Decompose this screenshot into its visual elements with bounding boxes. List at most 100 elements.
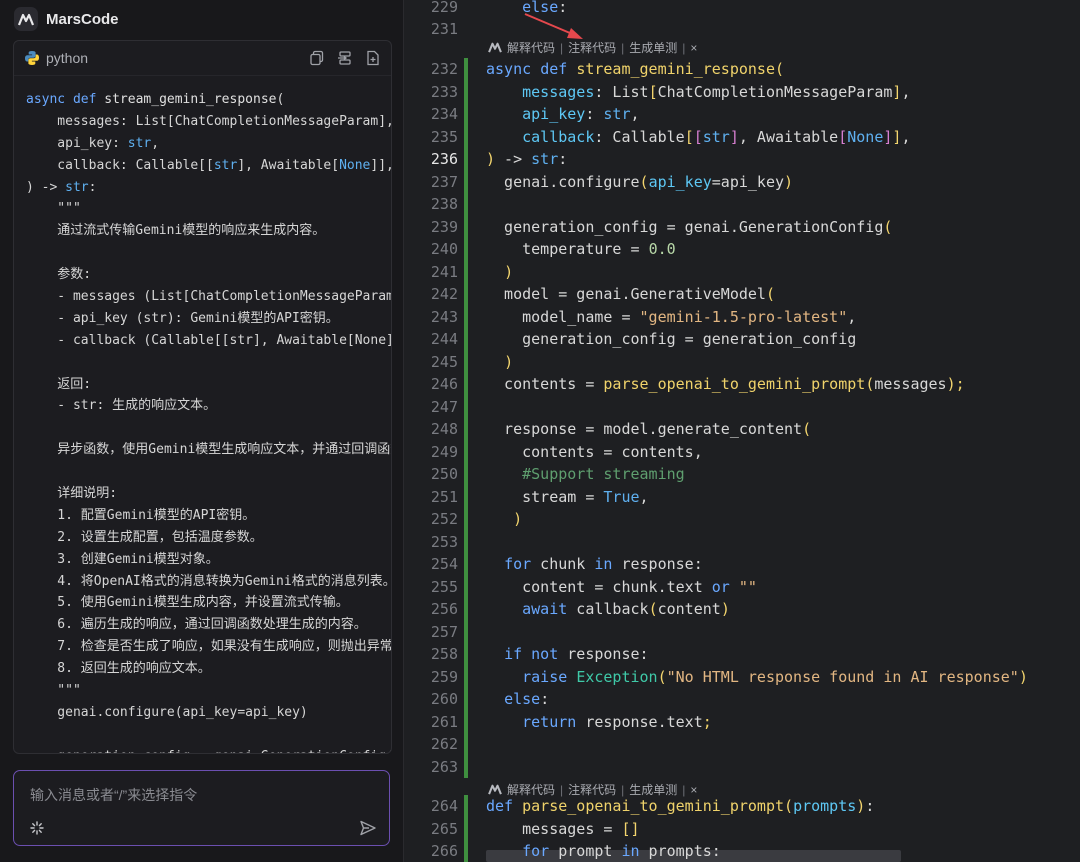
git-change-marker bbox=[464, 575, 468, 598]
editor-line: 242 model = genai.GenerativeModel( bbox=[405, 283, 1080, 306]
git-change-marker bbox=[464, 795, 468, 818]
editor-line: 245 ) bbox=[405, 350, 1080, 373]
code-line: ) -> str: bbox=[26, 179, 97, 195]
line-number: 251 bbox=[430, 487, 458, 506]
git-change-marker bbox=[464, 170, 468, 193]
editor-line: 265 messages = [] bbox=[405, 817, 1080, 840]
send-icon[interactable] bbox=[359, 819, 377, 837]
editor-line: 264 def parse_openai_to_gemini_prompt(pro… bbox=[405, 795, 1080, 818]
code-text: for prompt in prompts: bbox=[522, 842, 721, 860]
editor-line: 254 for chunk in response: bbox=[405, 553, 1080, 576]
code-line: - messages (List[ChatCompletionMessagePa… bbox=[57, 289, 391, 305]
git-change-marker bbox=[464, 373, 468, 396]
editor-line: 266 for prompt in prompts: bbox=[405, 840, 1080, 862]
code-line: 1. 配置Gemini模型的API密钥。 bbox=[26, 507, 256, 523]
code-text: genai.configure(api_key=api_key) bbox=[486, 172, 794, 191]
code-text: messages: List[ChatCompletionMessagePara… bbox=[522, 82, 911, 101]
editor-line: 236 ) -> str: bbox=[405, 148, 1080, 171]
git-change-marker bbox=[464, 395, 468, 418]
explain-code-link[interactable]: 解释代码 bbox=[507, 37, 555, 59]
git-change-marker bbox=[464, 418, 468, 441]
code-text: contents = parse_openai_to_gemini_prompt… bbox=[486, 375, 965, 393]
code-text: for chunk in response: bbox=[504, 555, 703, 573]
editor-line: 258 if not response: bbox=[405, 643, 1080, 666]
git-change-marker bbox=[464, 598, 468, 621]
git-change-marker bbox=[464, 238, 468, 261]
code-line: - api_key (str): Gemini模型的API密钥。 bbox=[26, 310, 339, 326]
editor-line: 244 generation_config = generation_confi… bbox=[405, 328, 1080, 351]
comment-code-link[interactable]: 注释代码 bbox=[568, 37, 616, 59]
editor-line: 243 model_name = "gemini-1.5-pro-latest"… bbox=[405, 305, 1080, 328]
line-number: 256 bbox=[430, 600, 458, 618]
editor-line: 257 bbox=[405, 620, 1080, 643]
code-text: ) bbox=[504, 262, 514, 281]
git-change-marker bbox=[464, 58, 468, 81]
line-number: 240 bbox=[430, 240, 458, 258]
line-number: 255 bbox=[430, 577, 458, 596]
code-line: 异步函数，使用Gemini模型生成响应文本，并通过回调函数处理 bbox=[26, 442, 391, 458]
line-number: 235 bbox=[430, 127, 458, 146]
code-text: ) bbox=[513, 510, 523, 528]
line-number: 229 bbox=[430, 0, 458, 16]
line-number: 245 bbox=[430, 352, 458, 371]
editor-line: 249 contents = contents, bbox=[405, 440, 1080, 463]
line-number: 263 bbox=[430, 757, 458, 776]
code-line: 4. 将OpenAI格式的消息转换为Gemini格式的消息列表。 bbox=[26, 573, 391, 589]
line-number: 265 bbox=[430, 819, 458, 838]
code-block-header: python bbox=[14, 41, 391, 76]
editor-line: 259 raise Exception("No HTML response fo… bbox=[405, 665, 1080, 688]
git-change-marker bbox=[464, 215, 468, 238]
code-text: else: bbox=[504, 690, 550, 708]
app-name: MarsCode bbox=[46, 10, 119, 28]
git-change-marker bbox=[464, 840, 468, 862]
code-line: 详细说明: bbox=[26, 486, 118, 502]
editor-line: 240 temperature = 0.0 bbox=[405, 238, 1080, 261]
editor-line: 252 ) bbox=[405, 508, 1080, 531]
git-change-marker bbox=[464, 710, 468, 733]
brand: MarsCode bbox=[14, 6, 119, 32]
code-text: messages = [] bbox=[486, 819, 640, 838]
editor-line: 251 stream = True, bbox=[405, 485, 1080, 508]
code-text: generation_config = genai.GenerationConf… bbox=[486, 217, 893, 236]
line-number: 252 bbox=[430, 510, 458, 528]
git-change-marker bbox=[464, 530, 468, 553]
editor-line: 253 bbox=[405, 530, 1080, 553]
code-text: await callback(content) bbox=[522, 600, 730, 618]
chat-input[interactable]: 输入消息或者“/”来选择指令 bbox=[13, 770, 390, 846]
git-change-marker bbox=[464, 350, 468, 373]
close-icon[interactable]: × bbox=[690, 37, 697, 59]
line-number: 244 bbox=[430, 330, 458, 348]
git-change-marker bbox=[464, 665, 468, 688]
line-number: 249 bbox=[430, 442, 458, 461]
generate-unit-test-link[interactable]: 生成单测 bbox=[629, 37, 677, 59]
line-number: 243 bbox=[430, 307, 458, 326]
code-text: raise Exception("No HTML response found … bbox=[522, 667, 1028, 686]
code-text: ) bbox=[504, 352, 514, 371]
git-change-marker bbox=[464, 125, 468, 148]
git-change-marker bbox=[464, 485, 468, 508]
code-line: 2. 设置生成配置，包括温度参数。 bbox=[26, 529, 263, 545]
code-editor[interactable]: 229 else: 231 解释代码 | 注释代码 | 生成单测 | × 232 async def… bbox=[405, 0, 1080, 862]
git-change-marker bbox=[464, 463, 468, 486]
code-line: 返回: bbox=[26, 376, 92, 392]
insert-code-icon[interactable] bbox=[337, 50, 353, 66]
code-line: - callback (Callable[[str], Awaitable[No… bbox=[57, 332, 391, 348]
code-text: ) -> str: bbox=[486, 150, 568, 168]
line-number: 262 bbox=[430, 735, 458, 753]
code-text: callback: Callable[[str], Awaitable[None… bbox=[522, 127, 911, 146]
line-number: 246 bbox=[430, 375, 458, 393]
code-text: def parse_openai_to_gemini_prompt(prompt… bbox=[486, 797, 875, 815]
git-change-marker bbox=[464, 620, 468, 643]
line-number: 234 bbox=[430, 105, 458, 123]
code-text: return response.text; bbox=[522, 712, 712, 731]
editor-line: 237 genai.configure(api_key=api_key) bbox=[405, 170, 1080, 193]
editor-line: 239 generation_config = genai.Generation… bbox=[405, 215, 1080, 238]
sparkle-icon[interactable] bbox=[30, 821, 44, 835]
line-number: 258 bbox=[430, 645, 458, 663]
new-file-icon[interactable] bbox=[365, 50, 381, 66]
marscode-logo-icon bbox=[14, 7, 38, 31]
copy-icon[interactable] bbox=[309, 50, 325, 66]
line-number: 236 bbox=[430, 150, 458, 168]
